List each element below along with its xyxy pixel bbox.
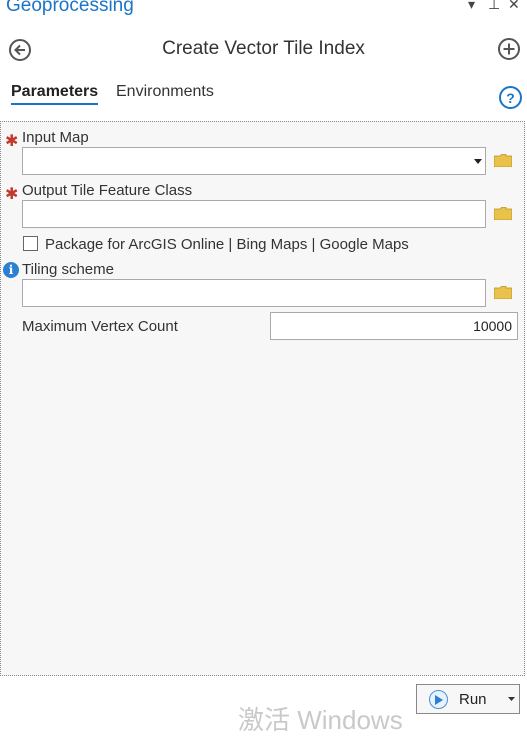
required-marker: ✱ (5, 186, 19, 203)
tiling-scheme-input[interactable] (22, 279, 486, 307)
input-map-dropdown[interactable] (22, 147, 486, 175)
output-tile-input[interactable] (22, 200, 486, 228)
run-dropdown-arrow-icon[interactable] (508, 697, 515, 702)
folder-icon[interactable] (494, 207, 512, 220)
help-icon[interactable]: ? (499, 86, 522, 109)
pane-menu-icon[interactable]: ▾ (468, 0, 475, 13)
max-vertex-value: 10000 (473, 318, 512, 334)
dropdown-arrow-icon (474, 159, 482, 164)
add-plus-icon (503, 43, 515, 55)
add-button[interactable] (498, 38, 520, 60)
folder-icon[interactable] (494, 154, 512, 167)
max-vertex-input[interactable]: 10000 (270, 312, 518, 340)
run-label: Run (459, 691, 487, 708)
package-checkbox[interactable] (23, 236, 38, 251)
required-marker: ✱ (5, 133, 19, 150)
package-checkbox-label: Package for ArcGIS Online | Bing Maps | … (45, 236, 409, 253)
folder-icon[interactable] (494, 286, 512, 299)
tab-environments[interactable]: Environments (116, 83, 214, 101)
run-button[interactable]: Run (416, 684, 520, 714)
pane-close-icon[interactable]: ✕ (508, 0, 520, 13)
info-icon[interactable]: i (3, 262, 19, 278)
tiling-scheme-label: Tiling scheme (22, 261, 114, 278)
tab-parameters[interactable]: Parameters (11, 83, 99, 105)
max-vertex-label: Maximum Vertex Count (22, 318, 178, 335)
output-tile-label: Output Tile Feature Class (22, 182, 193, 199)
windows-activation-watermark: 激活 Windows (238, 705, 403, 735)
play-icon (429, 690, 448, 709)
tool-title: Create Vector Tile Index (162, 38, 365, 59)
pane-title: Geoprocessing (6, 0, 134, 16)
input-map-label: Input Map (22, 129, 89, 146)
pane-pin-icon[interactable]: ⊥ (488, 0, 500, 13)
